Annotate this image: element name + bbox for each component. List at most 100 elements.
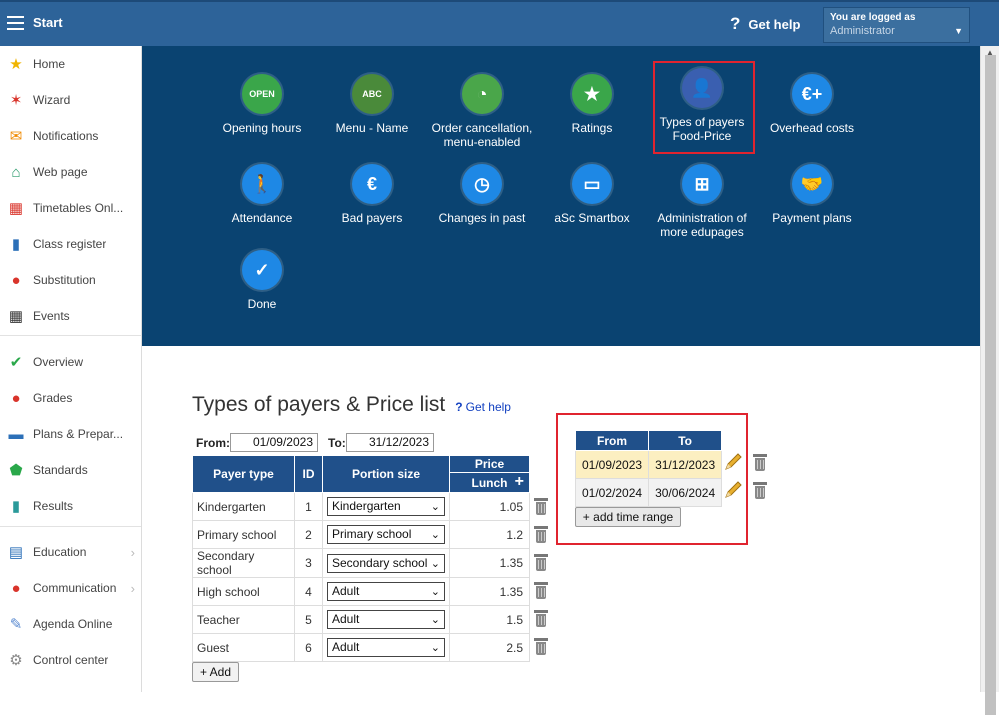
tile-label: Menu - Name bbox=[335, 121, 409, 135]
page-help-link[interactable]: ? Get help bbox=[455, 400, 511, 414]
payer-type-cell: Teacher bbox=[192, 605, 295, 634]
from-date-input[interactable]: 01/09/2023 bbox=[230, 433, 318, 452]
tile-opening-hours[interactable]: OPEN Opening hours bbox=[206, 74, 318, 135]
payer-type-cell: Guest bbox=[192, 633, 295, 662]
sidebar-item-class-register[interactable]: ▮ Class register bbox=[0, 226, 141, 262]
tile-overhead-costs[interactable]: €+ Overhead costs bbox=[756, 74, 868, 135]
add-payer-button[interactable]: + Add bbox=[192, 662, 239, 682]
sidebar-item-label: Communication bbox=[33, 581, 117, 595]
scrollbar[interactable]: ▲ bbox=[980, 46, 999, 715]
price-cell[interactable]: 1.2 bbox=[449, 520, 530, 549]
trash-icon[interactable] bbox=[534, 582, 548, 599]
price-cell[interactable]: 1.5 bbox=[449, 605, 530, 634]
time-range-row[interactable]: 01/09/2023 31/12/2023 bbox=[574, 450, 723, 479]
tile-asc-smartbox[interactable]: ▭ aSc Smartbox bbox=[536, 164, 648, 225]
grid-icon: ▦ bbox=[8, 200, 24, 217]
trash-icon[interactable] bbox=[753, 454, 767, 471]
trash-icon[interactable] bbox=[534, 638, 548, 655]
id-cell: 1 bbox=[294, 492, 323, 521]
check-circle-icon: ✔ bbox=[9, 354, 23, 371]
pencil-edit-icon[interactable] bbox=[722, 479, 744, 501]
chat-icon: ● bbox=[11, 579, 21, 597]
tile-done[interactable]: ✓ Done bbox=[206, 250, 318, 311]
trash-icon[interactable] bbox=[534, 554, 548, 571]
sidebar-item-timetables-onl[interactable]: ▦ Timetables Onl... bbox=[0, 190, 141, 226]
get-help-button[interactable]: ? Get help bbox=[730, 14, 800, 34]
envelope-icon: ✉ bbox=[9, 128, 23, 145]
price-cell[interactable]: 1.35 bbox=[449, 548, 530, 578]
from-label: From: bbox=[196, 436, 230, 450]
sidebar-item-communication[interactable]: ● Communication › bbox=[0, 570, 141, 606]
sidebar-item-plans-prepar[interactable]: ▬ Plans & Prepar... bbox=[0, 416, 141, 452]
user-dropdown[interactable]: You are logged as Administrator ▼ bbox=[823, 7, 970, 43]
briefcase-icon: ▬ bbox=[8, 425, 24, 443]
sidebar-item-wizard[interactable]: ✶ Wizard bbox=[0, 82, 141, 118]
price-cell[interactable]: 1.35 bbox=[449, 577, 530, 606]
tile-ratings[interactable]: ★ Ratings bbox=[536, 74, 648, 135]
to-date-input[interactable]: 31/12/2023 bbox=[346, 433, 434, 452]
col-lunch: Lunch + bbox=[449, 472, 530, 493]
tile-bad-payers[interactable]: € Bad payers bbox=[316, 164, 428, 225]
sidebar-item-label: Education bbox=[33, 545, 87, 559]
portion-size-select[interactable]: Kindergarten ⌄ bbox=[327, 497, 445, 516]
portion-size-select[interactable]: Primary school ⌄ bbox=[327, 525, 445, 544]
portion-size-select[interactable]: Adult ⌄ bbox=[327, 582, 445, 601]
price-cell[interactable]: 1.05 bbox=[449, 492, 530, 521]
tile-menu-name[interactable]: ABC Menu - Name bbox=[316, 74, 428, 135]
sidebar-item-label: Wizard bbox=[33, 93, 71, 107]
scrollbar-thumb[interactable] bbox=[985, 55, 996, 715]
pen-icon: ✎ bbox=[9, 616, 23, 633]
sidebar-item-control-center[interactable]: ⚙ Control center bbox=[0, 642, 141, 678]
portion-size-value: Adult bbox=[332, 640, 360, 654]
tile-order-cancellation-menu-enabled[interactable]: ◔ Order cancellation, menu-enabled bbox=[426, 74, 538, 149]
books-icon: ▤ bbox=[8, 544, 24, 561]
sidebar-item-home[interactable]: ★ Home bbox=[0, 46, 141, 82]
trash-icon[interactable] bbox=[534, 526, 548, 543]
sidebar-item-overview[interactable]: ✔ Overview bbox=[0, 344, 141, 380]
price-cell[interactable]: 2.5 bbox=[449, 633, 530, 662]
tile-payment-plans[interactable]: 🤝 Payment plans bbox=[756, 164, 868, 225]
sidebar-item-education[interactable]: ▤ Education › bbox=[0, 534, 141, 570]
to-label: To: bbox=[328, 436, 346, 450]
col-from: From bbox=[574, 430, 650, 451]
sidebar-item-web-page[interactable]: ⌂ Web page bbox=[0, 154, 141, 190]
add-time-range-button[interactable]: + add time range bbox=[575, 507, 681, 527]
tile-label: Opening hours bbox=[222, 121, 302, 135]
sidebar-item-standards[interactable]: ⬟ Standards bbox=[0, 452, 141, 488]
tile-label: Bad payers bbox=[341, 211, 403, 225]
table-row: Teacher 5 Adult ⌄ 1.5 bbox=[192, 605, 530, 634]
trash-icon[interactable] bbox=[753, 482, 767, 499]
sidebar-item-events[interactable]: ▦ Events bbox=[0, 298, 141, 334]
portion-size-select[interactable]: Adult ⌄ bbox=[327, 638, 445, 657]
trash-icon[interactable] bbox=[534, 610, 548, 627]
tile-changes-in-past[interactable]: ◷ Changes in past bbox=[426, 164, 538, 225]
portion-size-select[interactable]: Adult ⌄ bbox=[327, 610, 445, 629]
checkmark-icon: ✓ bbox=[242, 250, 282, 290]
portion-cell: Secondary school ⌄ bbox=[322, 548, 450, 578]
hamburger-menu-icon[interactable] bbox=[7, 16, 24, 30]
tile-attendance[interactable]: 🚶 Attendance bbox=[206, 164, 318, 225]
tile-administration-of-more-edupages[interactable]: ⊞ Administration of more edupages bbox=[646, 164, 758, 239]
sidebar-item-label: Notifications bbox=[33, 129, 99, 143]
app-title[interactable]: Start bbox=[33, 15, 63, 30]
payer-type-cell: Kindergarten bbox=[192, 492, 295, 521]
col-portion-size: Portion size bbox=[322, 455, 450, 493]
time-range-row[interactable]: 01/02/2024 30/06/2024 bbox=[574, 478, 723, 507]
open-sign-icon: OPEN bbox=[242, 74, 282, 114]
sidebar-item-notifications[interactable]: ✉ Notifications bbox=[0, 118, 141, 154]
sidebar-item-agenda-online[interactable]: ✎ Agenda Online bbox=[0, 606, 141, 642]
sidebar-item-substitution[interactable]: ● Substitution bbox=[0, 262, 141, 298]
app-tiles-panel: OPEN Opening hours ABC Menu - Name ◔ Order ca… bbox=[142, 46, 980, 346]
id-cell: 5 bbox=[294, 605, 323, 634]
house-icon: ⌂ bbox=[11, 163, 21, 181]
add-column-icon[interactable]: + bbox=[515, 473, 524, 491]
question-icon: ? bbox=[455, 400, 463, 414]
portion-cell: Kindergarten ⌄ bbox=[322, 492, 450, 521]
portion-cell: Adult ⌄ bbox=[322, 605, 450, 634]
trash-icon[interactable] bbox=[534, 498, 548, 515]
col-price: Price bbox=[449, 455, 530, 473]
pencil-edit-icon[interactable] bbox=[722, 451, 744, 473]
sidebar-item-grades[interactable]: ● Grades bbox=[0, 380, 141, 416]
portion-size-select[interactable]: Secondary school ⌄ bbox=[327, 553, 445, 573]
sidebar-item-results[interactable]: ▮ Results bbox=[0, 488, 141, 524]
